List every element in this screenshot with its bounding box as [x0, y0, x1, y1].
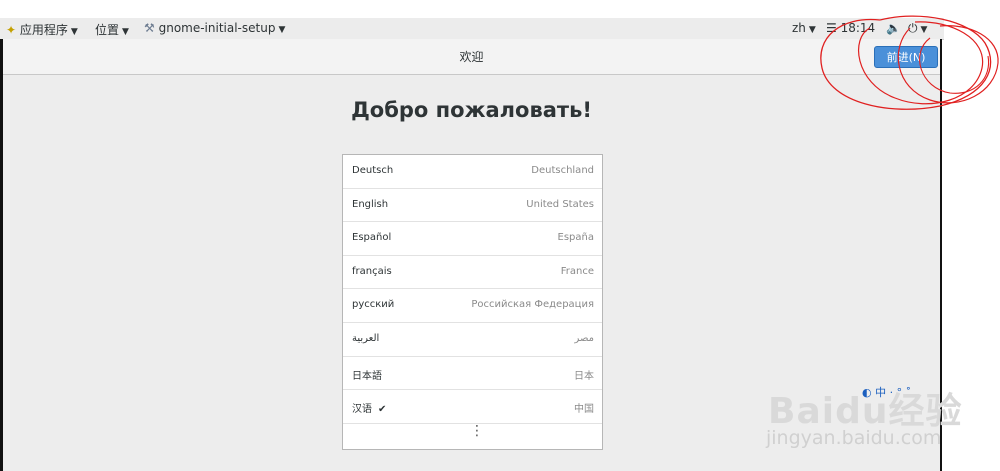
- language-region: España: [557, 232, 594, 244]
- watermark: Baidu经验 jingyan.baidu.com: [762, 382, 1000, 471]
- places-menu-label: 位置: [95, 23, 120, 37]
- top-panel: ✦ 应用程序 ▼ 位置 ▼ ⚒ gnome-initial-setup ▼ zh ▼ ☰…: [0, 18, 944, 40]
- apps-icon: ✦: [6, 23, 17, 37]
- language-name: русский: [352, 299, 395, 311]
- watermark-url: jingyan.baidu.com: [766, 427, 942, 449]
- apps-menu-label: 应用程序: [19, 23, 68, 37]
- language-name: English: [352, 198, 389, 210]
- volume-icon[interactable]: 🔈: [886, 21, 901, 35]
- power-icon[interactable]: ⏻ ▼: [908, 21, 927, 36]
- apps-menu[interactable]: ✦ 应用程序 ▼: [6, 21, 78, 38]
- input-method-label: zh: [792, 21, 806, 35]
- chevron-down-icon: ▼: [278, 25, 286, 35]
- more-icon: ⋮: [470, 422, 484, 439]
- checkmark-icon: ✔: [378, 404, 387, 416]
- chevron-down-icon: ▼: [808, 25, 816, 35]
- language-row[interactable]: Español España: [343, 222, 602, 256]
- places-menu[interactable]: 位置 ▼: [95, 21, 129, 38]
- header-bar: 欢迎 前进(N): [3, 39, 940, 75]
- input-method-menu[interactable]: zh ▼: [792, 21, 816, 35]
- language-name-text: 汉语: [352, 404, 372, 416]
- settings-app-icon: ⚒: [144, 21, 155, 35]
- language-name: العربية: [352, 332, 380, 344]
- language-row[interactable]: English United States: [343, 189, 602, 223]
- chevron-down-icon: ▼: [70, 27, 78, 37]
- menu-lines-icon: ☰: [826, 21, 837, 35]
- language-region: France: [560, 265, 594, 277]
- language-row[interactable]: 日本語 日本: [343, 357, 602, 391]
- language-row[interactable]: français France: [343, 256, 602, 290]
- language-row[interactable]: русский Российская Федерация: [343, 289, 602, 323]
- language-region: Российская Федерация: [471, 299, 594, 311]
- active-app-label: gnome-initial-setup: [158, 21, 276, 35]
- language-name: 日本語: [352, 370, 382, 382]
- more-languages-button[interactable]: ⋮: [343, 424, 602, 450]
- active-app-menu[interactable]: ⚒ gnome-initial-setup ▼: [144, 21, 285, 35]
- language-row[interactable]: العربية مصر: [343, 323, 602, 357]
- chevron-down-icon: ▼: [122, 27, 129, 37]
- language-list: Deutsch Deutschland English United State…: [342, 154, 603, 450]
- language-name: Deutsch: [352, 165, 394, 176]
- language-region: مصر: [574, 332, 594, 344]
- language-region: United States: [526, 198, 594, 210]
- next-button[interactable]: 前进(N): [874, 46, 938, 68]
- window-title: 欢迎: [459, 50, 484, 64]
- language-row[interactable]: Deutsch Deutschland: [343, 155, 602, 189]
- page-title: Добро пожаловать!: [351, 98, 592, 122]
- language-region: Deutschland: [531, 165, 594, 176]
- language-name: français: [352, 265, 392, 277]
- clock[interactable]: ☰ 18:14: [826, 21, 875, 35]
- language-region: 中国: [574, 404, 594, 416]
- language-name: Español: [352, 232, 392, 244]
- language-region: 日本: [574, 370, 594, 382]
- language-row-selected[interactable]: 汉语 ✔ 中国: [343, 390, 602, 424]
- clock-label: 18:14: [840, 21, 876, 35]
- language-name: 汉语 ✔: [352, 400, 386, 415]
